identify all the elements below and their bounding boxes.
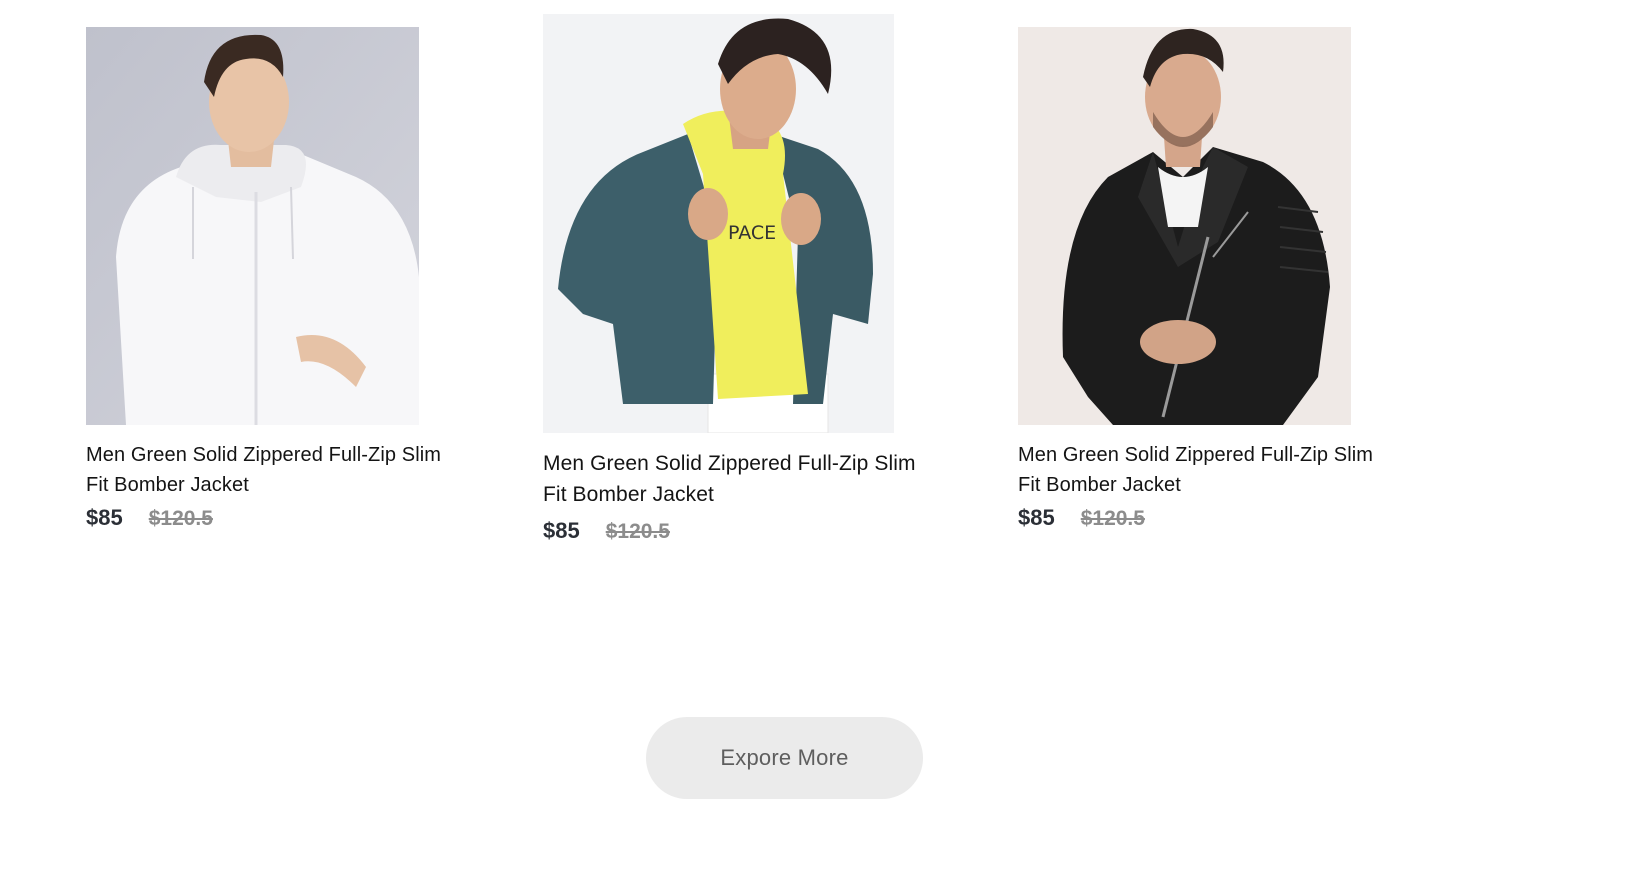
product-old-price: $120.5 bbox=[1080, 507, 1145, 530]
product-prices: $85 $120.5 bbox=[543, 518, 670, 544]
white-hooded-jacket-photo bbox=[86, 27, 419, 425]
product-old-price: $120.5 bbox=[148, 507, 213, 530]
black-leather-biker-jacket-photo bbox=[1018, 27, 1351, 425]
product-card[interactable]: Men Green Solid Zippered Full-Zip Slim F… bbox=[86, 27, 486, 557]
product-price: $85 bbox=[543, 518, 580, 543]
product-prices: $85 $120.5 bbox=[1018, 505, 1145, 531]
product-title[interactable]: Men Green Solid Zippered Full-Zip Slim F… bbox=[543, 448, 923, 510]
product-image[interactable] bbox=[1018, 27, 1351, 425]
product-price: $85 bbox=[86, 505, 123, 530]
product-card[interactable]: Men Green Solid Zippered Full-Zip Slim F… bbox=[1018, 27, 1418, 557]
product-price: $85 bbox=[1018, 505, 1055, 530]
product-title[interactable]: Men Green Solid Zippered Full-Zip Slim F… bbox=[1018, 440, 1398, 500]
product-old-price: $120.5 bbox=[605, 520, 670, 543]
shirt-print: PACE bbox=[728, 222, 776, 244]
product-prices: $85 $120.5 bbox=[86, 505, 213, 531]
product-card[interactable]: PACE Men Green Solid Zippered Full-Zip S… bbox=[543, 14, 943, 564]
denim-jacket-yellow-hoodie-photo: PACE bbox=[543, 14, 894, 433]
product-image[interactable] bbox=[86, 27, 419, 425]
product-title[interactable]: Men Green Solid Zippered Full-Zip Slim F… bbox=[86, 440, 466, 500]
explore-more-button[interactable]: Expore More bbox=[646, 717, 923, 799]
product-image[interactable]: PACE bbox=[543, 14, 894, 433]
